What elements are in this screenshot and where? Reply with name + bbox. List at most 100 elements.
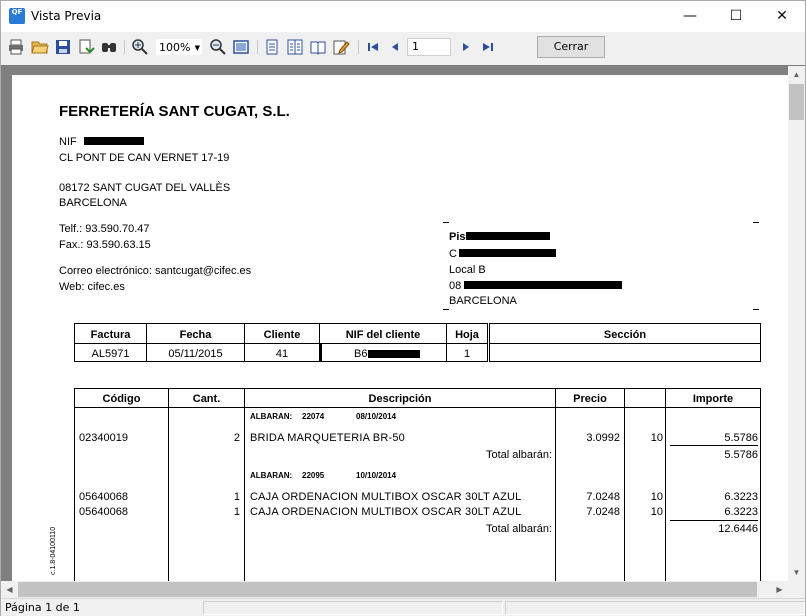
nif-label: NIF bbox=[59, 136, 77, 148]
hdr-importe: Importe bbox=[692, 393, 734, 405]
item-price: 7.0248 bbox=[586, 491, 620, 503]
email: Correo electrónico: santcugat@cifec.es bbox=[59, 265, 252, 277]
edit-icon[interactable] bbox=[332, 38, 350, 56]
redaction bbox=[466, 232, 550, 240]
item-code: 05640068 bbox=[79, 506, 128, 518]
hdr-codigo: Código bbox=[102, 393, 141, 405]
albaran-number: 22095 bbox=[302, 471, 325, 480]
hdr-seccion: Sección bbox=[603, 329, 647, 341]
first-page-icon[interactable] bbox=[364, 38, 382, 56]
val-nif-cliente: B6 bbox=[354, 348, 368, 360]
scroll-left-icon[interactable]: ◀ bbox=[1, 581, 18, 597]
save-icon[interactable] bbox=[54, 38, 72, 56]
page-number-input[interactable]: 1 bbox=[407, 38, 451, 56]
hdr-cantidad: Cant. bbox=[192, 393, 221, 405]
prev-page-icon[interactable] bbox=[386, 38, 404, 56]
open-icon[interactable] bbox=[31, 38, 49, 56]
recipient-street: C bbox=[449, 248, 457, 260]
item-discount: 10 bbox=[650, 491, 663, 503]
albaran-date: 10/10/2014 bbox=[356, 471, 397, 480]
export-icon[interactable] bbox=[77, 38, 95, 56]
page-info: Página 1 de 1 bbox=[5, 601, 80, 614]
total-albaran-label: Total albarán: bbox=[485, 523, 552, 535]
toolbar: 100% ▼ 1 Cerrar bbox=[1, 32, 805, 62]
recipient-postal: 08 bbox=[449, 280, 462, 292]
city: BARCELONA bbox=[59, 197, 127, 209]
redaction bbox=[459, 249, 556, 257]
scroll-thumb[interactable] bbox=[18, 582, 757, 597]
recipient-city: BARCELONA bbox=[449, 295, 517, 307]
scroll-right-icon[interactable]: ▶ bbox=[771, 581, 788, 597]
total-albaran: 12.6446 bbox=[718, 523, 758, 535]
zoom-out-icon[interactable] bbox=[209, 38, 227, 56]
postal-city: 08172 SANT CUGAT DEL VALLÈS bbox=[59, 182, 231, 194]
find-icon[interactable] bbox=[100, 38, 118, 56]
redaction bbox=[84, 137, 144, 145]
side-code: c.1.8-04100110 bbox=[50, 526, 57, 575]
minimize-button[interactable]: — bbox=[667, 1, 713, 32]
hdr-hoja: Hoja bbox=[455, 329, 479, 341]
hdr-factura: Factura bbox=[90, 329, 131, 341]
albaran-label: ALBARAN: bbox=[250, 412, 293, 421]
cerrar-button[interactable]: Cerrar bbox=[537, 36, 605, 58]
status-bar: Página 1 de 1 bbox=[1, 598, 805, 616]
albaran-label: ALBARAN: bbox=[250, 471, 293, 480]
item-amount: 6.3223 bbox=[724, 491, 758, 503]
horizontal-scrollbar[interactable]: ◀ ▶ bbox=[1, 581, 788, 597]
fax: Fax.: 93.590.63.15 bbox=[59, 239, 151, 251]
phone: Telf.: 93.590.70.47 bbox=[59, 223, 150, 235]
hdr-descripcion: Descripción bbox=[368, 393, 432, 405]
zoom-select[interactable]: 100% ▼ bbox=[155, 38, 203, 56]
scroll-up-icon[interactable]: ▲ bbox=[788, 66, 805, 83]
item-amount: 6.3223 bbox=[724, 506, 758, 518]
print-icon[interactable] bbox=[7, 38, 25, 56]
val-factura: AL5971 bbox=[91, 348, 130, 360]
item-price: 3.0992 bbox=[586, 432, 620, 444]
multi-page-icon[interactable] bbox=[286, 38, 304, 56]
total-albaran: 5.5786 bbox=[724, 449, 758, 461]
item-desc: BRIDA MARQUETERIA BR-50 bbox=[250, 432, 405, 444]
maximize-button[interactable]: ☐ bbox=[713, 1, 759, 32]
item-amount: 5.5786 bbox=[724, 432, 758, 444]
item-price: 7.0248 bbox=[586, 506, 620, 518]
scroll-thumb[interactable] bbox=[789, 84, 804, 120]
item-qty: 2 bbox=[233, 432, 240, 444]
val-fecha: 05/11/2015 bbox=[168, 348, 223, 360]
single-page-icon[interactable] bbox=[263, 38, 281, 56]
total-albaran-label: Total albarán: bbox=[485, 449, 552, 461]
website: Web: cifec.es bbox=[59, 281, 125, 293]
company-name: FERRETERÍA SANT CUGAT, S.L. bbox=[59, 103, 290, 120]
item-code: 02340019 bbox=[79, 432, 128, 444]
book-icon[interactable] bbox=[309, 38, 327, 56]
scroll-corner bbox=[788, 581, 805, 597]
item-desc: CAJA ORDENACION MULTIBOX OSCAR 30LT AZUL bbox=[250, 506, 522, 518]
val-hoja: 1 bbox=[463, 348, 471, 360]
zoom-in-icon[interactable] bbox=[131, 38, 149, 56]
next-page-icon[interactable] bbox=[457, 38, 475, 56]
window-title: Vista Previa bbox=[31, 9, 102, 23]
vertical-scrollbar[interactable]: ▲ ▼ bbox=[788, 66, 805, 581]
item-qty: 1 bbox=[233, 491, 240, 503]
address-line: CL PONT DE CAN VERNET 17-19 bbox=[59, 152, 230, 164]
hdr-precio: Precio bbox=[573, 393, 607, 405]
item-desc: CAJA ORDENACION MULTIBOX OSCAR 30LT AZUL bbox=[250, 491, 522, 503]
redaction bbox=[464, 281, 622, 289]
status-pane bbox=[505, 601, 805, 615]
scroll-down-icon[interactable]: ▼ bbox=[788, 564, 805, 581]
redaction bbox=[368, 350, 420, 358]
item-qty: 1 bbox=[233, 506, 240, 518]
item-discount: 10 bbox=[650, 432, 663, 444]
app-icon: QF bbox=[9, 8, 25, 24]
albaran-date: 08/10/2014 bbox=[356, 412, 397, 421]
fit-page-icon[interactable] bbox=[232, 38, 250, 56]
item-discount: 10 bbox=[650, 506, 663, 518]
last-page-icon[interactable] bbox=[479, 38, 497, 56]
hdr-nif-cliente: NIF del cliente bbox=[345, 329, 421, 341]
preview-viewport[interactable]: FERRETERÍA SANT CUGAT, S.L. NIF CL PONT … bbox=[1, 65, 805, 597]
item-code: 05640068 bbox=[79, 491, 128, 503]
recipient-name: Pis bbox=[449, 231, 466, 243]
title-bar: QF Vista Previa — ☐ ✕ bbox=[1, 1, 805, 32]
recipient-local: Local B bbox=[449, 264, 486, 276]
close-window-button[interactable]: ✕ bbox=[759, 1, 805, 32]
hdr-cliente: Cliente bbox=[263, 329, 301, 341]
